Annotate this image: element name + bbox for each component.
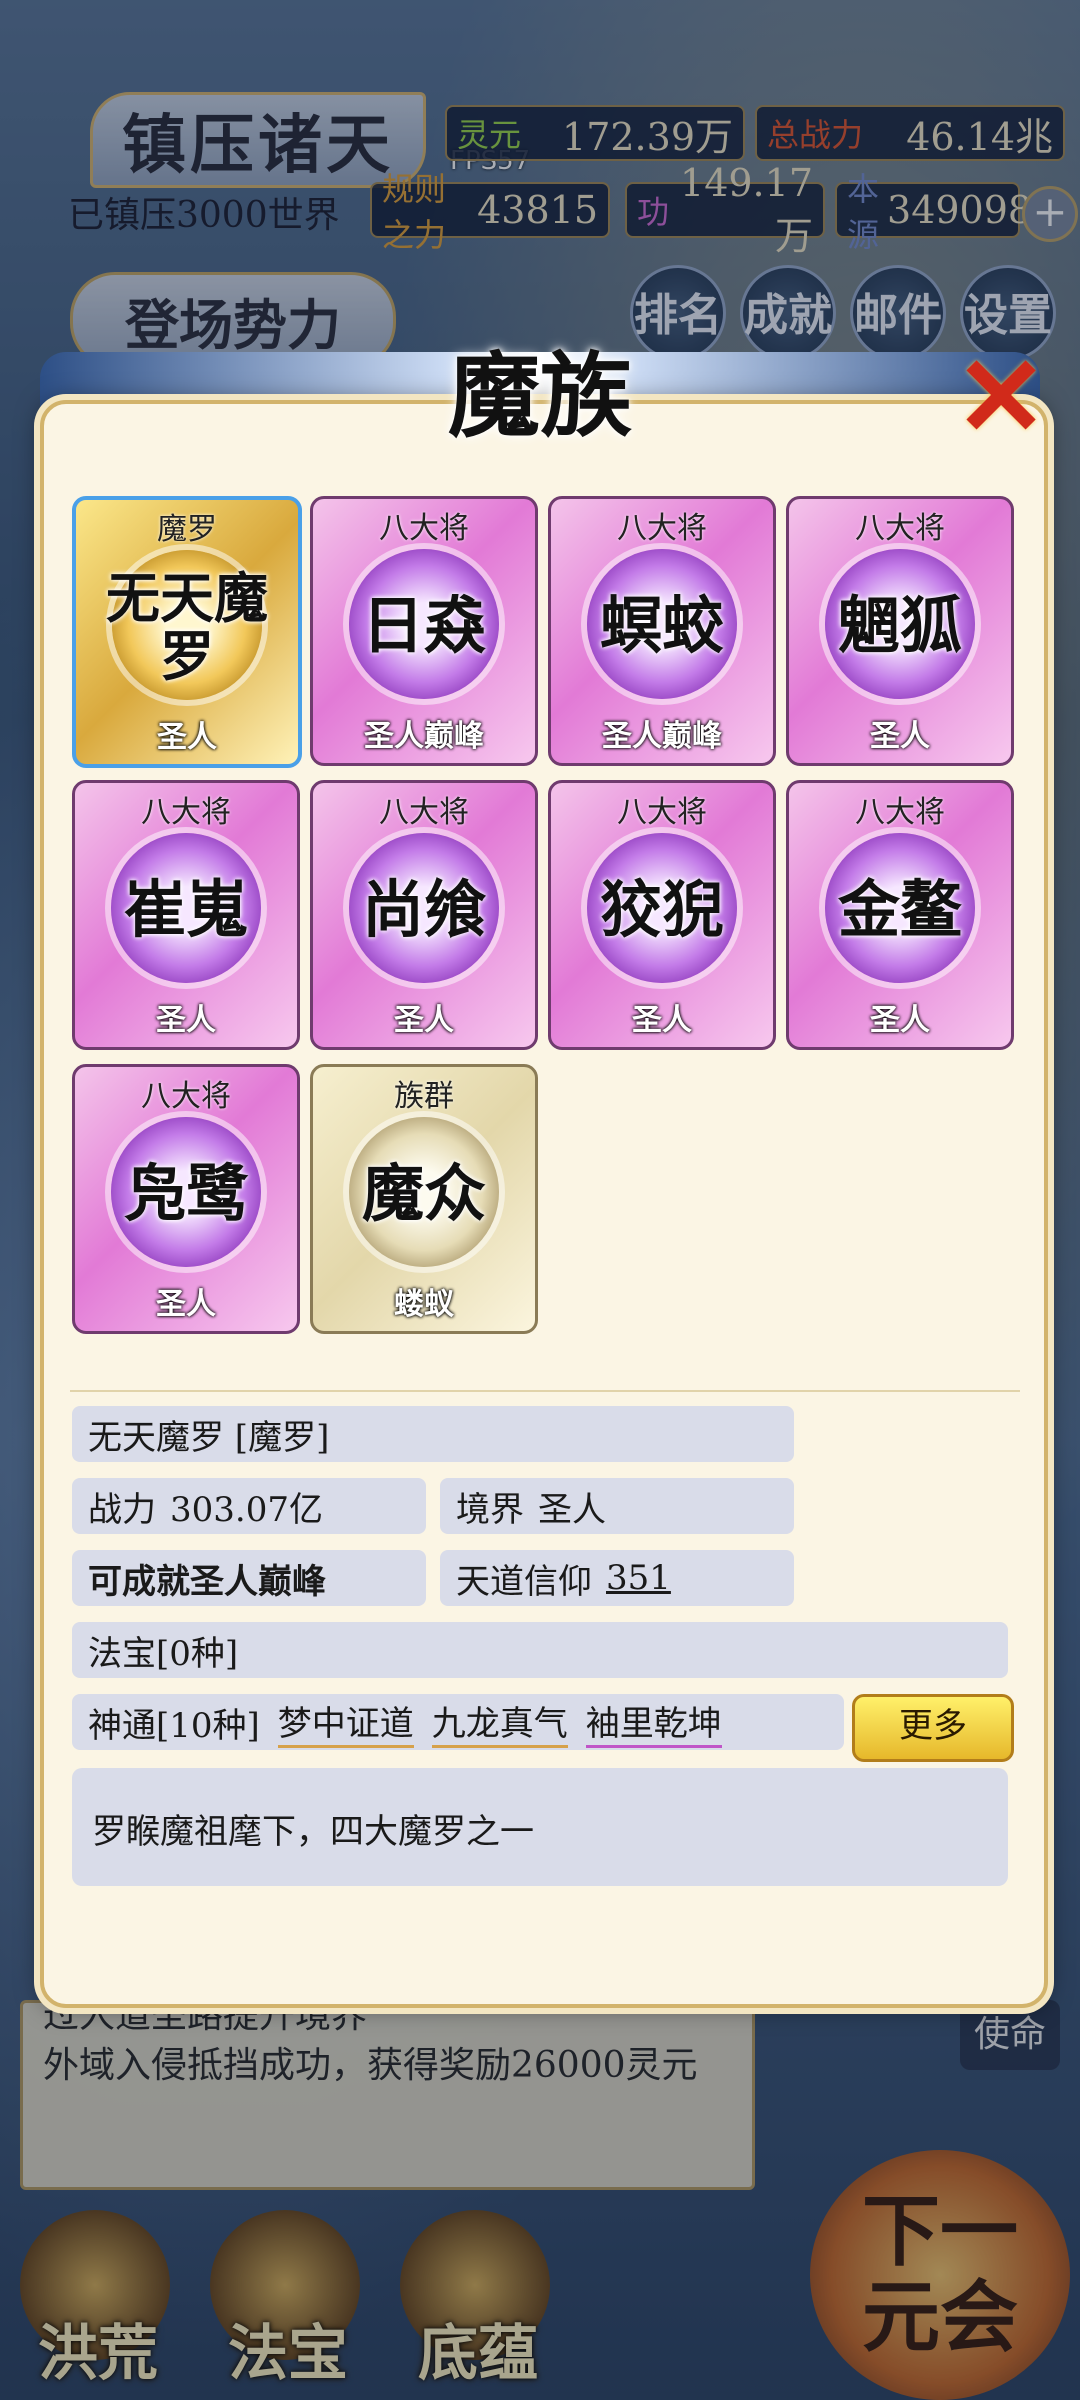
- detail-name: 无天魔罗 [魔罗]: [72, 1406, 794, 1462]
- card-rank: 圣人: [157, 720, 217, 755]
- detail-potential: 可成就圣人巅峰: [72, 1550, 426, 1606]
- character-card[interactable]: 魔罗 无天魔罗 圣人: [72, 496, 302, 768]
- modal-title: 魔族: [447, 342, 632, 450]
- card-type: 族群: [394, 1079, 454, 1114]
- card-type: 八大将: [855, 511, 945, 546]
- close-icon[interactable]: ✕: [955, 342, 1047, 452]
- card-name: 魍狐: [837, 589, 962, 662]
- card-rank: 圣人巅峰: [602, 719, 722, 754]
- card-type: 八大将: [617, 795, 707, 830]
- character-card[interactable]: 族群 魔众 蝼蚁: [310, 1064, 538, 1334]
- card-name: 狡猊: [599, 873, 724, 946]
- character-card[interactable]: 八大将 金鳌 圣人: [786, 780, 1014, 1050]
- card-type: 魔罗: [157, 512, 217, 547]
- card-name: 凫鹭: [123, 1157, 248, 1230]
- card-name: 金鳌: [837, 873, 962, 946]
- character-card[interactable]: 八大将 尚飨 圣人: [310, 780, 538, 1050]
- character-card[interactable]: 八大将 崔嵬 圣人: [72, 780, 300, 1050]
- detail-skills: 神通[10种] 梦中证道 九龙真气 袖里乾坤: [72, 1694, 844, 1750]
- detail-faith: 天道信仰 351: [440, 1550, 794, 1606]
- card-rank: 圣人: [156, 1003, 216, 1038]
- card-name: 日猋: [361, 589, 486, 662]
- card-name: 崔嵬: [123, 873, 248, 946]
- divider: [70, 1390, 1020, 1392]
- character-card[interactable]: 八大将 魍狐 圣人: [786, 496, 1014, 766]
- faith-label: 天道信仰: [456, 1561, 592, 1602]
- character-card[interactable]: 八大将 狡猊 圣人: [548, 780, 776, 1050]
- card-type: 八大将: [855, 795, 945, 830]
- detail-power: 战力 303.07亿: [72, 1478, 426, 1534]
- more-skills-button[interactable]: 更多: [852, 1694, 1014, 1762]
- character-description: 罗睺魔祖麾下，四大魔罗之一: [72, 1768, 1008, 1886]
- detail-treasure: 法宝[0种]: [72, 1622, 1008, 1678]
- character-card[interactable]: 八大将 螟蛟 圣人巅峰: [548, 496, 776, 766]
- card-name: 魔众: [361, 1157, 486, 1230]
- card-type: 八大将: [141, 1079, 231, 1114]
- realm-value: 圣人: [538, 1489, 606, 1530]
- skill-link[interactable]: 九龙真气: [431, 1696, 568, 1748]
- card-type: 八大将: [141, 795, 231, 830]
- power-value: 303.07亿: [170, 1489, 323, 1530]
- card-rank: 圣人: [394, 1003, 454, 1038]
- card-name: 无天魔罗: [106, 566, 268, 688]
- faith-value[interactable]: 351: [606, 1558, 671, 1598]
- card-rank: 圣人: [632, 1003, 692, 1038]
- power-label: 战力: [88, 1489, 156, 1530]
- card-rank: 蝼蚁: [394, 1287, 454, 1322]
- card-rank: 圣人: [870, 1003, 930, 1038]
- card-rank: 圣人: [156, 1287, 216, 1322]
- card-rank: 圣人: [870, 719, 930, 754]
- character-card[interactable]: 八大将 凫鹭 圣人: [72, 1064, 300, 1334]
- card-type: 八大将: [379, 795, 469, 830]
- card-type: 八大将: [617, 511, 707, 546]
- card-type: 八大将: [379, 511, 469, 546]
- character-card[interactable]: 八大将 日猋 圣人巅峰: [310, 496, 538, 766]
- skill-link[interactable]: 袖里乾坤: [585, 1696, 722, 1748]
- card-rank: 圣人巅峰: [364, 719, 484, 754]
- skills-label: 神通[10种]: [88, 1705, 260, 1746]
- skill-link[interactable]: 梦中证道: [277, 1696, 414, 1748]
- realm-label: 境界: [456, 1489, 524, 1530]
- detail-realm: 境界 圣人: [440, 1478, 794, 1534]
- card-name: 尚飨: [361, 873, 486, 946]
- card-name: 螟蛟: [599, 589, 724, 662]
